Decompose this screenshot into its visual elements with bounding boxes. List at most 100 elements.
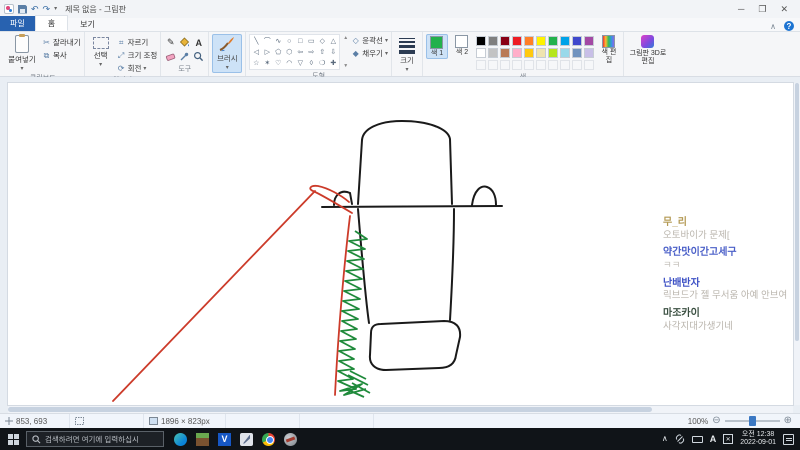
- shape-tool-icon[interactable]: ⇧: [317, 47, 327, 57]
- taskbar-app4-icon[interactable]: [240, 432, 253, 446]
- shape-tool-icon[interactable]: ▭: [306, 36, 316, 46]
- zoom-slider-handle[interactable]: [748, 416, 756, 426]
- zoom-out-icon[interactable]: ⊖: [712, 416, 720, 426]
- palette-swatch[interactable]: [547, 48, 558, 58]
- v-app-icon[interactable]: V: [218, 432, 231, 446]
- crop-button[interactable]: ⌗ 자르기: [117, 37, 158, 48]
- zoom-slider[interactable]: [724, 416, 780, 426]
- shape-tool-icon[interactable]: ❍: [317, 58, 327, 68]
- paint3d-button[interactable]: 그림판 3D로 편집: [627, 34, 669, 66]
- palette-swatch[interactable]: [499, 60, 510, 70]
- undo-icon[interactable]: ↶: [31, 4, 39, 14]
- shape-tool-icon[interactable]: ⬠: [273, 47, 283, 57]
- shape-tool-icon[interactable]: ◇: [317, 36, 327, 46]
- copy-button[interactable]: ⧉ 복사: [42, 50, 81, 61]
- palette-swatch[interactable]: [535, 36, 546, 46]
- keyboard-icon[interactable]: [691, 435, 703, 443]
- taskbar-app6-icon[interactable]: [284, 432, 297, 446]
- size-button[interactable]: 크기 ▾: [395, 34, 419, 73]
- tab-home[interactable]: 홈: [34, 15, 69, 31]
- clock[interactable]: 오전 12:38 2022-09-01: [740, 431, 776, 448]
- qat-dropdown-icon[interactable]: ▾: [54, 6, 57, 12]
- shape-tool-icon[interactable]: ○: [284, 36, 294, 46]
- cut-button[interactable]: ✂ 잘라내기: [42, 37, 80, 48]
- palette-swatch[interactable]: [511, 60, 522, 70]
- shape-tool-icon[interactable]: ☆: [251, 58, 261, 68]
- tab-view[interactable]: 보기: [68, 17, 107, 31]
- shape-tool-icon[interactable]: □: [295, 36, 305, 46]
- shape-tool-icon[interactable]: ✶: [262, 58, 272, 68]
- palette-swatch[interactable]: [487, 48, 498, 58]
- shape-tool-icon[interactable]: ▷: [262, 47, 272, 57]
- shape-tool-icon[interactable]: ▽: [295, 58, 305, 68]
- color-picker-tool-icon[interactable]: [178, 50, 191, 63]
- palette-swatch[interactable]: [487, 60, 498, 70]
- shape-tool-icon[interactable]: ⬡: [284, 47, 294, 57]
- palette-swatch[interactable]: [547, 36, 558, 46]
- ime-mode-indicator[interactable]: A: [710, 434, 717, 444]
- vertical-scrollbar[interactable]: [794, 83, 800, 405]
- palette-swatch[interactable]: [535, 60, 546, 70]
- shape-tool-icon[interactable]: ✚: [328, 58, 338, 68]
- edit-colors-button[interactable]: 색 편집: [598, 34, 620, 65]
- tab-file[interactable]: 파일: [0, 16, 35, 31]
- zoom-in-icon[interactable]: ⊕: [784, 416, 792, 426]
- help-icon[interactable]: ?: [784, 21, 794, 31]
- select-button[interactable]: 선택 ▾: [88, 34, 114, 68]
- palette-swatch[interactable]: [523, 48, 534, 58]
- shape-outline-button[interactable]: ◇ 윤곽선 ▾: [351, 35, 388, 46]
- palette-swatch[interactable]: [511, 36, 522, 46]
- palette-swatch[interactable]: [583, 60, 594, 70]
- shape-tool-icon[interactable]: ◠: [284, 58, 294, 68]
- magnifier-tool-icon[interactable]: [192, 50, 205, 63]
- pencil-tool-icon[interactable]: ✎: [164, 36, 177, 49]
- minimize-button[interactable]: ─: [738, 4, 744, 15]
- palette-swatch[interactable]: [583, 48, 594, 58]
- start-button[interactable]: [0, 428, 26, 450]
- color2-button[interactable]: 색 2: [451, 34, 473, 57]
- palette-swatch[interactable]: [559, 36, 570, 46]
- minimize-ribbon-icon[interactable]: ∧: [770, 22, 776, 31]
- shape-tool-icon[interactable]: ◊: [306, 58, 316, 68]
- palette-swatch[interactable]: [499, 36, 510, 46]
- shape-tool-icon[interactable]: ⇦: [295, 47, 305, 57]
- color1-button[interactable]: 색 1: [425, 34, 448, 60]
- palette-swatch[interactable]: [475, 36, 486, 46]
- link-icon[interactable]: [675, 434, 685, 444]
- shape-tool-icon[interactable]: ⇩: [328, 47, 338, 57]
- shape-tool-icon[interactable]: △: [328, 36, 338, 46]
- horizontal-scrollbar-thumb[interactable]: [8, 407, 652, 412]
- shape-tool-icon[interactable]: ∿: [273, 36, 283, 46]
- fill-tool-icon[interactable]: [178, 36, 191, 49]
- text-tool-icon[interactable]: A: [192, 36, 205, 49]
- vertical-scrollbar-thumb[interactable]: [795, 83, 799, 341]
- palette-swatch[interactable]: [583, 36, 594, 46]
- chrome-icon[interactable]: [262, 432, 275, 446]
- shape-tool-icon[interactable]: ⇨: [306, 47, 316, 57]
- action-center-icon[interactable]: [783, 433, 794, 445]
- palette-swatch[interactable]: [499, 48, 510, 58]
- palette-swatch[interactable]: [547, 60, 558, 70]
- rotate-button[interactable]: ⟳ 회전 ▾: [117, 63, 158, 74]
- close-button[interactable]: ✕: [780, 4, 788, 15]
- palette-swatch[interactable]: [475, 48, 486, 58]
- redo-icon[interactable]: ↷: [43, 4, 51, 14]
- edge-icon[interactable]: [174, 432, 187, 446]
- palette-swatch[interactable]: [511, 48, 522, 58]
- palette-swatch[interactable]: [559, 48, 570, 58]
- resize-button[interactable]: ⤢ 크기 조정: [117, 50, 157, 61]
- eraser-tool-icon[interactable]: [164, 50, 177, 63]
- maximize-button[interactable]: ❐: [758, 4, 766, 15]
- palette-swatch[interactable]: [559, 60, 570, 70]
- shape-fill-button[interactable]: ◆ 채우기 ▾: [351, 48, 388, 59]
- palette-swatch[interactable]: [571, 60, 582, 70]
- palette-swatch[interactable]: [571, 48, 582, 58]
- palette-swatch[interactable]: [487, 36, 498, 46]
- taskbar-search[interactable]: 검색하려면 여기에 입력하십시: [26, 431, 164, 447]
- save-icon[interactable]: [18, 4, 27, 14]
- shape-tool-icon[interactable]: ◁: [251, 47, 261, 57]
- shape-tool-icon[interactable]: ╲: [251, 36, 261, 46]
- palette-swatch[interactable]: [535, 48, 546, 58]
- palette-swatch[interactable]: [523, 36, 534, 46]
- drawing-canvas[interactable]: 무_리 오토바이가 문제[약간맛이간고세구 ㅋㅋ 난배반자 릭브드가 젤 무서움 아예 …: [8, 83, 793, 405]
